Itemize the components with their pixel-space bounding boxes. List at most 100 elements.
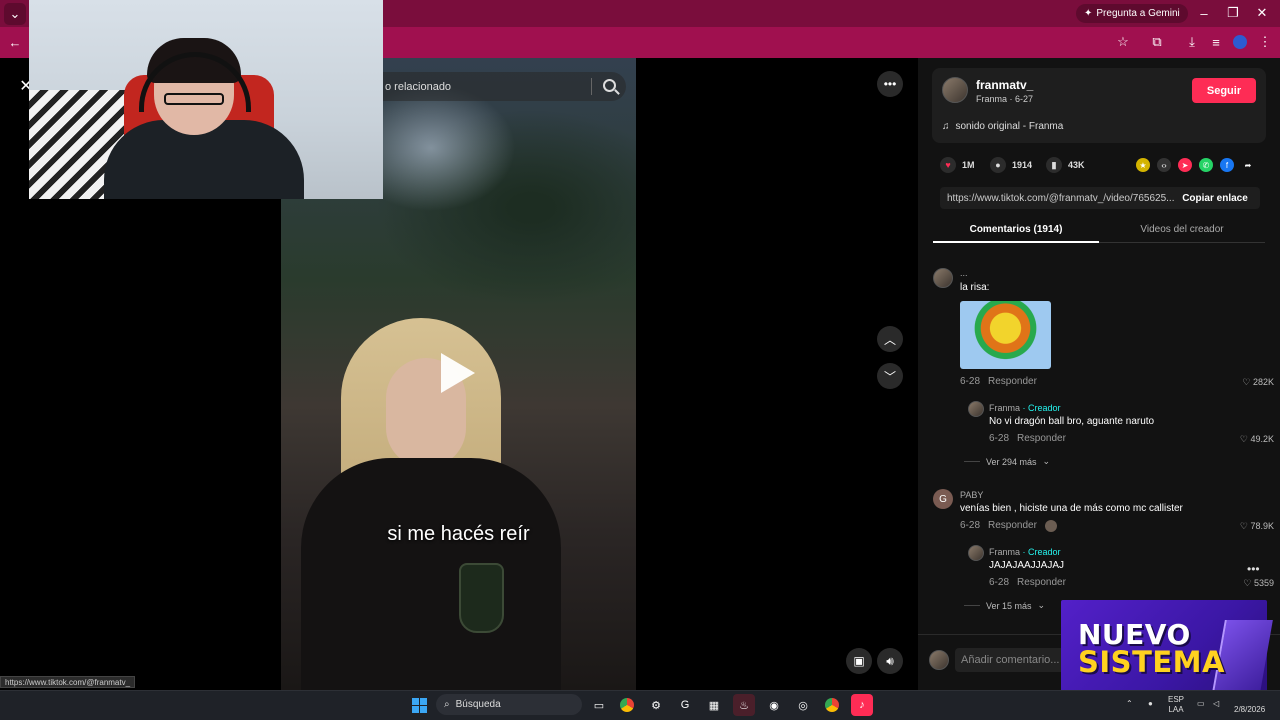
send-icon[interactable]: ➤ [1178,158,1192,172]
more-options-icon[interactable]: ••• [877,71,903,97]
clock-date[interactable]: 2/8/2026 [1234,705,1265,714]
language-bottom: LAA [1168,705,1184,714]
reply-reply-button[interactable]: Responder [1017,577,1066,588]
video-link-text: https://www.tiktok.com/@franmatv_/video/… [947,192,1175,204]
media-controls-icon[interactable]: ≡ [1205,31,1227,53]
reply-button[interactable]: Responder [988,520,1037,532]
microphone-icon[interactable]: ● [1148,699,1153,708]
creator-liked-avatar [1044,520,1057,532]
task-view-icon[interactable]: ▭ [588,694,610,716]
status-url: https://www.tiktok.com/@franmatv_ [0,676,136,688]
profile-avatar-icon[interactable] [1229,31,1251,53]
extensions-icon[interactable]: ⧉ [1146,31,1168,53]
taskbar [0,690,1280,720]
reply-button[interactable]: Responder [988,376,1037,387]
reply-reply-button[interactable]: Responder [1017,433,1066,444]
view-more-replies[interactable]: Ver 15 más ⌄ [964,600,1045,611]
webcam-glasses [164,93,224,105]
creator-avatar[interactable] [942,77,968,103]
comment-author[interactable]: ... [960,268,968,278]
tab-creator-videos[interactable]: Videos del creador [1099,217,1265,243]
video-person-coat [301,458,561,690]
obs-icon[interactable]: ◎ [792,694,814,716]
browser-menu-icon[interactable]: ⋮ [1254,31,1276,53]
minimize-icon[interactable]: – [1193,2,1215,24]
sound-row[interactable]: ♫ sonido original - Franma [942,121,1063,132]
commenter-avatar[interactable]: G [933,489,953,509]
comment-like[interactable]: ♡ 282K [1234,377,1274,388]
language-top: ESP [1168,695,1185,704]
follow-button[interactable]: Seguir [1192,78,1256,103]
discord-icon[interactable]: ◉ [763,694,785,716]
comment-text: la risa: [960,282,990,293]
chevron-down-icon: ⌄ [1037,600,1046,610]
taskbar-search-label: Búsqueda [455,699,501,710]
comment-input[interactable]: Añadir comentario... [955,648,1063,672]
chevron-up-icon[interactable]: ︿ [877,326,903,352]
comment-like[interactable]: ♡ 78.9K [1234,521,1274,532]
comment-author[interactable]: PABY [960,490,983,500]
download-icon[interactable]: ⤓ [1181,31,1203,53]
sound-label: sonido original - Franma [955,121,1064,132]
bookmark-icon[interactable]: ▮ [1046,157,1062,173]
tiktok-icon[interactable]: ♪ [851,694,873,716]
view-more-replies[interactable]: Ver 294 más ⌄ [964,456,1050,467]
calculator-icon[interactable]: ▦ [703,694,725,716]
settings-gear-icon[interactable]: ⚙ [645,694,667,716]
video-link-field[interactable]: https://www.tiktok.com/@franmatv_/video/… [940,187,1260,209]
reply-author[interactable]: Franma · Creador [989,403,1061,413]
language-indicator[interactable]: ESP LAA [1168,695,1184,715]
chrome-icon[interactable] [616,694,638,716]
related-search-text: o relacionado [385,80,452,93]
copy-link-button[interactable]: Copiar enlace [1170,187,1260,209]
play-icon[interactable] [441,353,475,393]
comment-meta: 6-28 Responder [960,376,1037,387]
taskbar-search[interactable]: ⌕ Búsqueda [436,694,582,715]
creator-reply-avatar[interactable] [968,545,984,561]
reply-date: 6-28 [989,433,1010,444]
save-stat[interactable]: ▮ 43K [1046,157,1085,173]
reply-like[interactable]: ♡ 5359 [1234,578,1274,589]
windows-start-icon[interactable] [408,694,430,716]
heart-icon[interactable]: ♥ [940,157,956,173]
tab-comments[interactable]: Comentarios (1914) [933,217,1099,243]
bookmark-star-icon[interactable]: ☆ [1112,31,1134,53]
steam-icon[interactable]: ♨ [733,694,755,716]
promo-title-line2: SISTEMA [1078,645,1225,679]
embed-code-icon[interactable]: ‹› [1157,158,1171,172]
comment-bubble-icon[interactable]: ● [990,157,1006,173]
comment-stat[interactable]: ● 1914 [990,157,1032,173]
repost-icon[interactable]: ★ [1136,158,1150,172]
restore-icon[interactable]: ❐ [1222,2,1244,24]
creator-subline: Franma · 6-27 [976,94,1034,104]
reply-like[interactable]: ♡ 49.2K [1234,434,1274,445]
reply-like-count: 5359 [1253,578,1274,588]
picture-in-picture-icon[interactable]: ▣ [846,648,872,674]
related-search-bar[interactable]: o relacionado [383,72,626,101]
facebook-icon[interactable]: f [1220,158,1234,172]
streamer-webcam [29,0,383,199]
logitech-icon[interactable]: G [674,694,696,716]
details-panel [918,58,1280,690]
whatsapp-icon[interactable]: ✆ [1199,158,1213,172]
speaker-icon[interactable]: ◁ [1213,699,1219,708]
volume-icon[interactable]: 🔊︎ [877,648,903,674]
back-arrow-icon[interactable]: ← [4,31,26,53]
share-icons: ★ ‹› ➤ ✆ f ➦ [1136,158,1255,172]
creator-reply-avatar[interactable] [968,401,984,417]
chevron-down-icon[interactable]: ﹀ [877,363,903,389]
reply-text: No vi dragón ball bro, aguante naruto [989,416,1155,427]
creator-username[interactable]: franmatv_ [976,78,1033,92]
tray-chevron-icon[interactable]: ⌃ [1126,699,1133,708]
reply-author[interactable]: Franma · Creador [989,547,1061,557]
like-stat[interactable]: ♥ 1M [940,157,975,173]
close-window-icon[interactable]: ✕ [1251,2,1273,24]
commenter-avatar[interactable] [933,268,953,288]
more-options-icon[interactable]: ••• [1247,562,1260,576]
search-icon[interactable] [603,79,616,92]
tab-search-chevron-icon[interactable]: ⌄ [4,3,26,25]
share-arrow-icon[interactable]: ➦ [1241,158,1255,172]
gemini-button[interactable]: ✦ Pregunta a Gemini [1076,4,1188,23]
network-icon[interactable]: ▭ [1197,699,1205,708]
chrome-active-icon[interactable] [821,694,843,716]
